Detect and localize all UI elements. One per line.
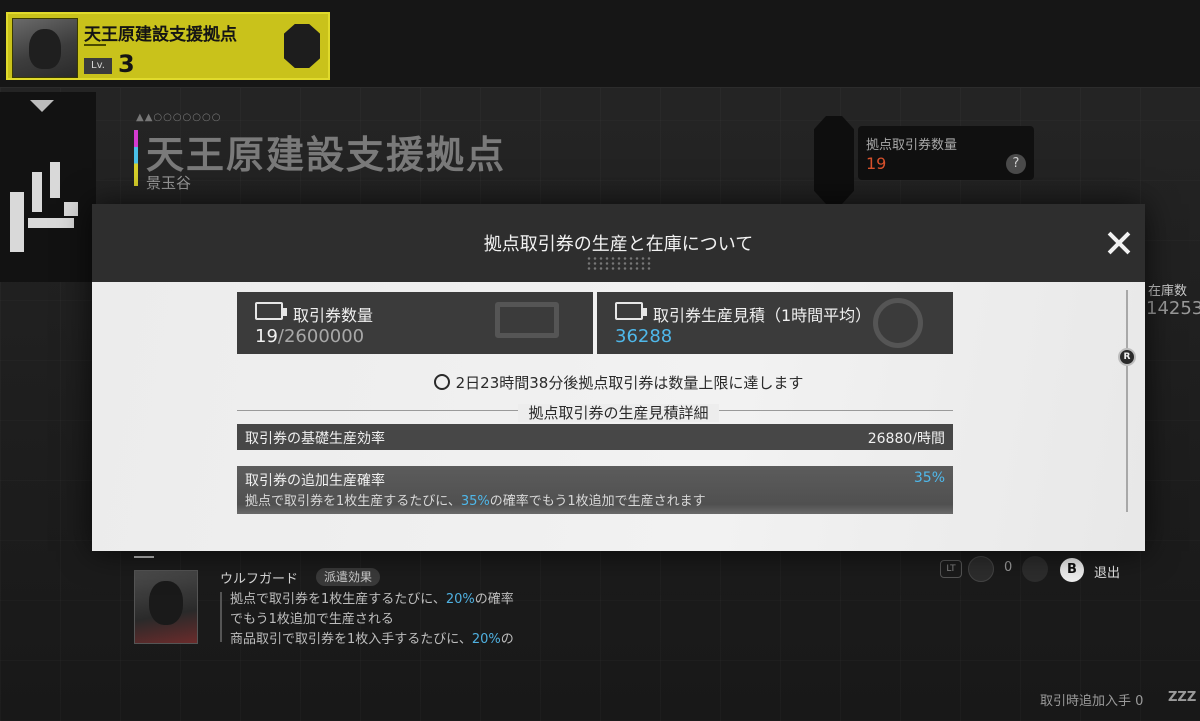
section-heading-text: 拠点取引券の生産見積詳細	[518, 404, 719, 422]
base-title: 天王原建設支援拠点	[146, 133, 507, 177]
stepper-minus-button[interactable]	[968, 556, 994, 582]
stepper-plus-button[interactable]	[1022, 556, 1048, 582]
base-rate-row: 取引券の基礎生産効率 26880/時間	[237, 424, 953, 450]
extra-chance-row: 取引券の追加生産確率 35% 拠点で取引券を1枚生産するたびに、35%の確率でも…	[237, 466, 953, 514]
base-rate-label: 取引券の基礎生産効率	[245, 431, 385, 447]
voucher-count-amount: 19/2600000	[255, 326, 365, 347]
scrollbar-track[interactable]	[1126, 290, 1128, 512]
agent-effect-line-2: でもう1枚追加で生産される	[230, 612, 394, 627]
left-side-panel	[0, 92, 96, 282]
capacity-notice: 2日23時間38分後拠点取引券は数量上限に達します	[92, 372, 1145, 393]
down-arrow-icon	[30, 100, 54, 112]
base-card[interactable]: 天王原建設支援拠点 Lv. 3	[6, 12, 330, 80]
base-name: 天王原建設支援拠点	[84, 25, 237, 45]
modal-header: 拠点取引券の生産と在庫について	[92, 204, 1145, 282]
base-subtitle: 景玉谷	[146, 174, 192, 192]
extra-chance-label: 取引券の追加生産確率	[245, 473, 385, 489]
storage-box-icon	[495, 302, 559, 338]
capacity-notice-text: 2日23時間38分後拠点取引券は数量上限に達します	[455, 374, 804, 392]
agent-avatar[interactable]	[134, 570, 198, 644]
scroll-knob-icon[interactable]: R	[1118, 348, 1136, 366]
modal-body: 取引券数量 19/2600000 取引券生産見積（1時間平均） 36288 2日…	[92, 282, 1145, 551]
ticket-icon	[255, 302, 287, 320]
hexagon-column-icon	[814, 116, 854, 204]
help-icon[interactable]: ?	[1006, 154, 1026, 174]
voucher-count-value: 19	[866, 154, 887, 173]
extra-chance-description: 拠点で取引券を1枚生産するたびに、35%の確率でもう1枚追加で生産されます	[245, 494, 706, 509]
voucher-count-panel: 拠点取引券数量 19 ?	[858, 126, 1034, 180]
clock-icon	[433, 374, 450, 390]
voucher-count-title: 取引券数量	[293, 306, 374, 325]
voucher-info-modal: 拠点取引券の生産と在庫について 取引券数量 19/2600000 取引券生産見積…	[92, 204, 1145, 551]
voucher-count-label: 拠点取引券数量	[866, 138, 958, 153]
dispatch-effect-tag: 派遣効果	[316, 568, 381, 586]
agent-effect-line-3: 商品取引で取引券を1枚入手するたびに、20%の	[230, 632, 514, 647]
lt-button-icon[interactable]: LT	[940, 560, 962, 578]
stock-value-peek: 14253	[1146, 298, 1200, 319]
title-dots-decoration: ▲▲○○○○○○○	[136, 112, 222, 123]
agent-effect-text: 拠点で取引券を1枚生産するたびに、20%の確率 でもう1枚追加で生産される 商品…	[230, 590, 570, 650]
voucher-count-card: 取引券数量 19/2600000	[237, 292, 593, 354]
section-heading: 拠点取引券の生産見積詳細	[92, 402, 1145, 423]
modal-title: 拠点取引券の生産と在庫について	[483, 234, 754, 255]
extra-chance-value: 35%	[913, 470, 945, 486]
title-accent-bar	[134, 130, 138, 186]
level-value: 3	[118, 50, 135, 78]
exit-label[interactable]: 退出	[1094, 562, 1120, 581]
agent-divider	[134, 556, 154, 558]
agent-effect-line-1: 拠点で取引券を1枚生産するたびに、20%の確率	[230, 592, 514, 607]
game-logo: ZZZ	[1168, 690, 1197, 705]
controller-hints: LT 0 B 退出	[940, 556, 1180, 584]
agent-text-rule	[220, 592, 222, 642]
stock-label-peek: 在庫数	[1148, 284, 1188, 299]
header-dots-decoration	[586, 256, 652, 270]
district-glyph-icon	[10, 152, 80, 262]
production-estimate-title: 取引券生産見積（1時間平均）	[653, 306, 872, 325]
production-estimate-value: 36288	[615, 326, 673, 347]
close-icon[interactable]	[1104, 228, 1134, 258]
ticket-icon	[615, 302, 647, 320]
base-name-underline	[84, 44, 106, 46]
hexagon-badge-icon	[284, 24, 320, 68]
clock-decoration-icon	[873, 298, 923, 348]
base-avatar	[12, 18, 78, 78]
extra-acquire-label: 取引時追加入手 0	[1040, 694, 1144, 709]
base-rate-value: 26880/時間	[867, 431, 945, 447]
b-button-icon[interactable]: B	[1060, 558, 1084, 582]
production-estimate-card: 取引券生産見積（1時間平均） 36288	[597, 292, 953, 354]
stepper-value: 0	[1004, 560, 1013, 575]
level-label: Lv.	[84, 58, 112, 74]
agent-name: ウルフガード	[220, 572, 299, 587]
